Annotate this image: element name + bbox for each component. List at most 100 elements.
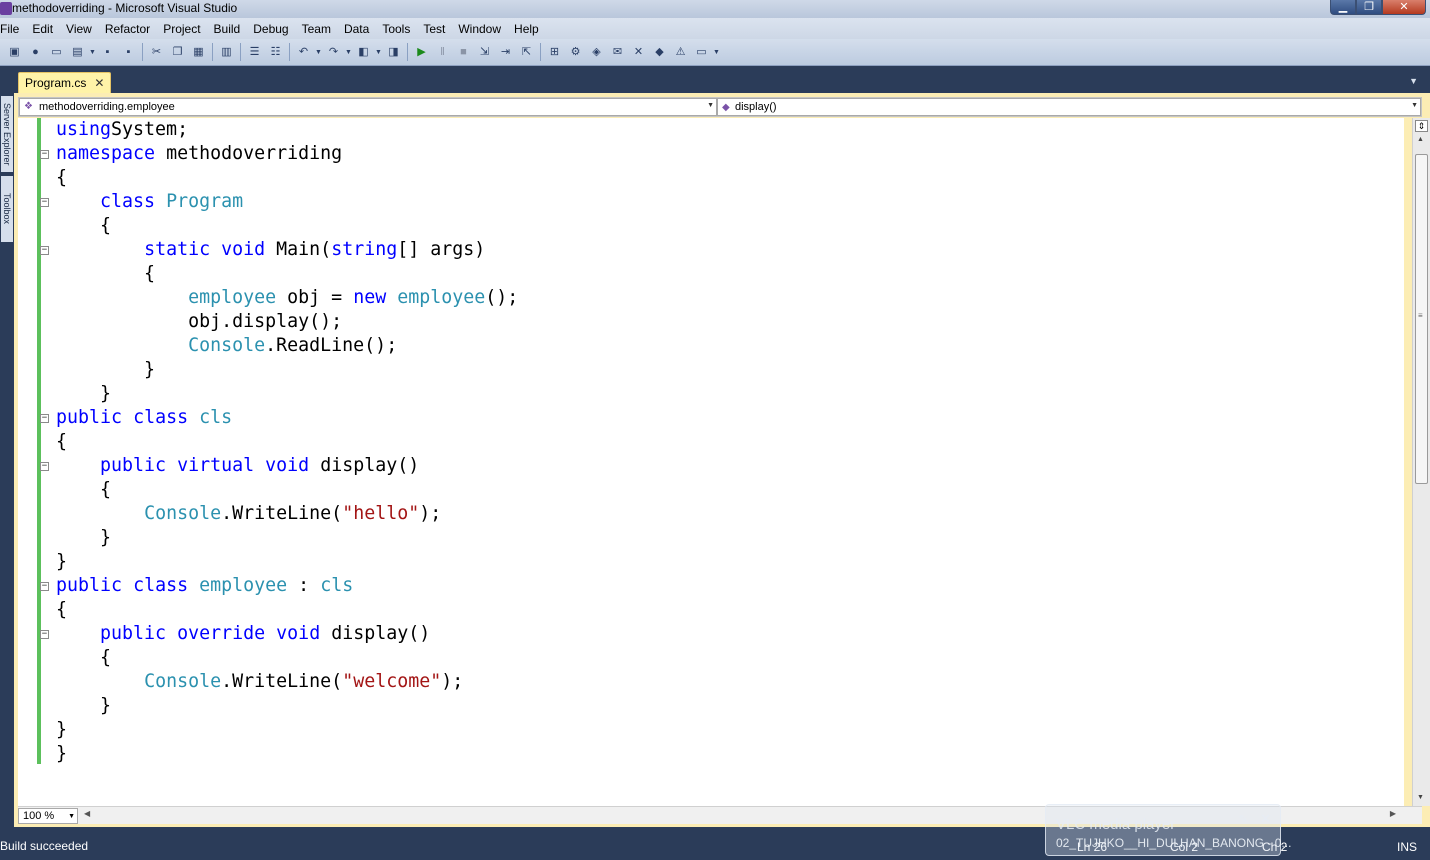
open-file-icon[interactable]: ▭	[48, 44, 65, 61]
add-item-icon[interactable]: ●	[27, 44, 44, 61]
code-line[interactable]: public class cls	[56, 406, 518, 430]
menu-tools[interactable]: Tools	[376, 22, 417, 36]
maximize-button[interactable]: ❐	[1356, 0, 1382, 15]
code-line[interactable]: {	[56, 478, 518, 502]
redo-icon[interactable]: ↷	[325, 44, 342, 61]
start-page-icon[interactable]: ⚠	[672, 44, 689, 61]
split-handle-icon[interactable]: ⇕	[1415, 120, 1428, 132]
comment-icon[interactable]: ☰	[246, 44, 263, 61]
undo-icon[interactable]: ↶	[295, 44, 312, 61]
collapse-icon[interactable]: −	[40, 150, 49, 159]
minimize-button[interactable]: ▁	[1330, 0, 1356, 15]
code-line[interactable]: usingSystem;	[56, 118, 518, 142]
toolbox-tab[interactable]: Toolbox	[1, 176, 13, 242]
menu-data[interactable]: Data	[338, 22, 376, 36]
step-over-icon[interactable]: ⇥	[497, 44, 514, 61]
zoom-dropdown[interactable]: 100 % ▼	[18, 808, 78, 824]
menu-test[interactable]: Test	[417, 22, 452, 36]
save-all-icon[interactable]: ▪	[120, 44, 137, 61]
toolbox-icon[interactable]: ✉	[609, 44, 626, 61]
code-line[interactable]: Console.WriteLine("welcome");	[56, 670, 518, 694]
chevron-down-icon[interactable]: ▼	[1409, 76, 1418, 86]
code-line[interactable]: public virtual void display()	[56, 454, 518, 478]
code-line[interactable]: {	[56, 214, 518, 238]
collapse-icon[interactable]: −	[40, 198, 49, 207]
menu-refactor[interactable]: Refactor	[99, 22, 157, 36]
code-line[interactable]: {	[56, 166, 518, 190]
navigate-backward-icon[interactable]: ◧	[355, 44, 372, 61]
menu-file[interactable]: File	[0, 22, 26, 36]
solution-explorer-icon[interactable]: ⊞	[546, 44, 563, 61]
find-icon[interactable]: ▥	[218, 44, 235, 61]
chevron-down-icon[interactable]: ▼	[315, 44, 322, 61]
add-new-item-icon[interactable]: ▤	[69, 44, 86, 61]
code-line[interactable]: {	[56, 430, 518, 454]
menu-project[interactable]: Project	[157, 22, 207, 36]
code-line[interactable]: }	[56, 718, 518, 742]
code-line[interactable]: }	[56, 526, 518, 550]
vertical-scrollbar[interactable]: ⇕ ▲ ≡ ▼	[1412, 118, 1430, 806]
close-tab-icon[interactable]: ✕	[94, 76, 104, 90]
code-line[interactable]: employee obj = new employee();	[56, 286, 518, 310]
code-text-area[interactable]: − − − − − − − usingSystem; namespace methodover…	[18, 118, 1404, 806]
menu-help[interactable]: Help	[508, 22, 546, 36]
stop-icon[interactable]: ■	[455, 44, 472, 61]
menu-team[interactable]: Team	[296, 22, 338, 36]
collapse-icon[interactable]: −	[40, 462, 49, 471]
code-line[interactable]: public class employee : cls	[56, 574, 518, 598]
member-dropdown[interactable]: ◆ display() ▼	[717, 98, 1421, 116]
type-dropdown[interactable]: ❖ methodoverriding.employee ▼	[19, 98, 717, 116]
collapse-icon[interactable]: −	[40, 582, 49, 591]
menu-debug[interactable]: Debug	[247, 22, 295, 36]
code-line[interactable]: }	[56, 382, 518, 406]
code-line[interactable]: public override void display()	[56, 622, 518, 646]
chevron-down-icon[interactable]: ▼	[713, 44, 720, 61]
cut-icon[interactable]: ✂	[148, 44, 165, 61]
code-line[interactable]: }	[56, 550, 518, 574]
class-view-icon[interactable]: ✕	[630, 44, 647, 61]
collapse-icon[interactable]: −	[40, 630, 49, 639]
chevron-down-icon[interactable]: ▼	[375, 44, 382, 61]
close-button[interactable]: ✕	[1382, 0, 1426, 15]
copy-icon[interactable]: ❐	[169, 44, 186, 61]
close-icon[interactable]: ✕	[1260, 811, 1271, 827]
code-line[interactable]: }	[56, 742, 518, 766]
menu-build[interactable]: Build	[208, 22, 248, 36]
start-debug-icon[interactable]: ▶	[413, 44, 430, 61]
scroll-down-icon[interactable]: ▼	[1417, 794, 1424, 801]
code-line[interactable]: {	[56, 646, 518, 670]
uncomment-icon[interactable]: ☷	[267, 44, 284, 61]
step-into-icon[interactable]: ⇲	[476, 44, 493, 61]
code-line[interactable]: Console.WriteLine("hello");	[56, 502, 518, 526]
paste-icon[interactable]: ▦	[190, 44, 207, 61]
code-line[interactable]: namespace methodoverriding	[56, 142, 518, 166]
object-browser-icon[interactable]: ◈	[588, 44, 605, 61]
menu-window[interactable]: Window	[452, 22, 508, 36]
code-line[interactable]: obj.display();	[56, 310, 518, 334]
step-out-icon[interactable]: ⇱	[518, 44, 535, 61]
scroll-left-icon[interactable]: ◀	[84, 809, 90, 818]
code-line[interactable]: Console.ReadLine();	[56, 334, 518, 358]
code-line[interactable]: static void Main(string[] args)	[56, 238, 518, 262]
vlc-notification[interactable]: VLC media player 02_TUJHKO__HI_DULHAN_BA…	[1045, 804, 1291, 856]
new-project-icon[interactable]: ▣	[6, 44, 23, 61]
pause-icon[interactable]: ‖	[434, 44, 451, 61]
pin-icon[interactable]: ✎	[1239, 813, 1248, 826]
code-line[interactable]: class Program	[56, 190, 518, 214]
code-line[interactable]: {	[56, 598, 518, 622]
menu-edit[interactable]: Edit	[26, 22, 60, 36]
navigate-forward-icon[interactable]: ◨	[385, 44, 402, 61]
code-line[interactable]: {	[56, 262, 518, 286]
collapse-icon[interactable]: −	[40, 246, 49, 255]
scroll-up-icon[interactable]: ▲	[1417, 136, 1424, 143]
command-window-icon[interactable]: ▭	[693, 44, 710, 61]
menu-view[interactable]: View	[60, 22, 99, 36]
chevron-down-icon[interactable]: ▼	[345, 44, 352, 61]
chevron-down-icon[interactable]: ▼	[89, 44, 96, 61]
scroll-right-icon[interactable]: ▶	[1390, 809, 1396, 818]
collapse-icon[interactable]: −	[40, 414, 49, 423]
tab-program-cs[interactable]: Program.cs ✕	[18, 72, 112, 93]
code-line[interactable]: }	[56, 358, 518, 382]
error-list-icon[interactable]: ◆	[651, 44, 668, 61]
properties-icon[interactable]: ⚙	[567, 44, 584, 61]
